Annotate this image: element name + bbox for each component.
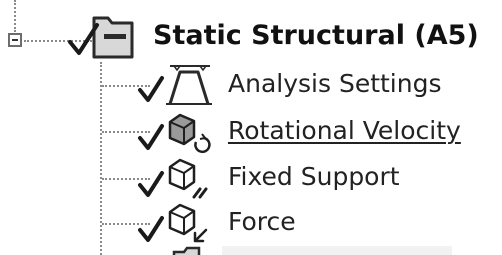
fixed-support-label: Fixed Support: [228, 162, 400, 191]
partial-row-highlight: [222, 246, 452, 255]
root-node-label: Static Structural (A5): [153, 20, 479, 51]
rotational-velocity-label: Rotational Velocity: [228, 116, 461, 145]
force-label: Force: [228, 207, 296, 236]
tree-connector-top: [14, 0, 16, 32]
analysis-settings-icon: [138, 65, 212, 105]
folder-icon: [68, 16, 134, 59]
analysis-settings-label: Analysis Settings: [228, 69, 442, 98]
tree-connector-trunk: [100, 62, 102, 255]
force-icon: [138, 203, 208, 243]
rotational-velocity-icon: [138, 113, 211, 153]
folder-icon: [172, 246, 201, 255]
outline-tree: Static Structural (A5) Analysis Settings…: [0, 0, 502, 255]
fixed-support-icon: [138, 158, 208, 199]
collapse-toggle-icon[interactable]: [8, 33, 22, 47]
